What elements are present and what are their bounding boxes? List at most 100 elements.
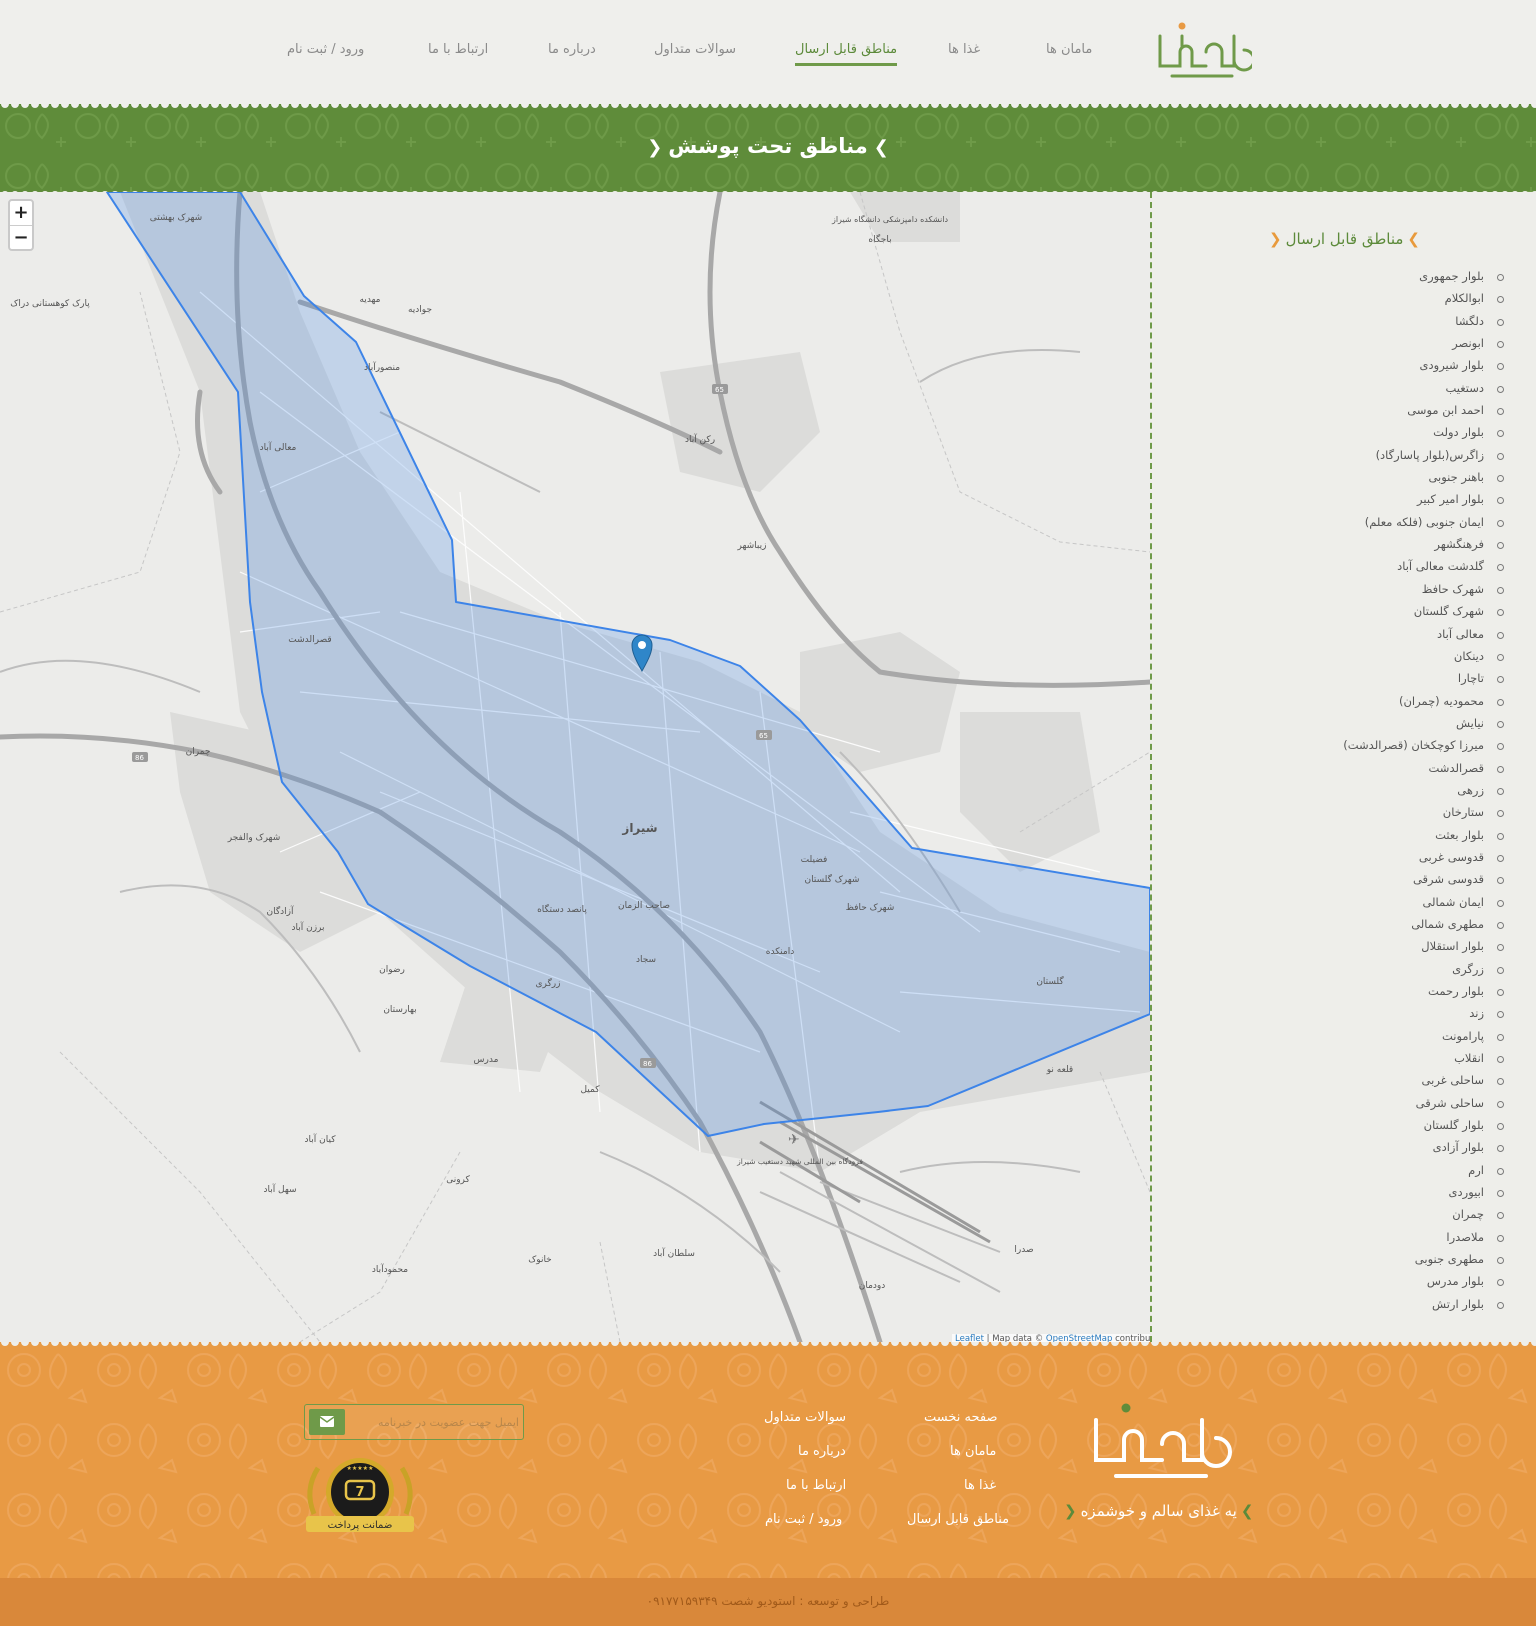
svg-text:86: 86 <box>135 754 144 762</box>
quote-right-icon: ❮ <box>647 137 663 158</box>
area-list-item: احمد ابن موسی <box>1343 403 1504 425</box>
area-list-item: بلوار جمهوری <box>1343 269 1504 291</box>
svg-text:65: 65 <box>715 386 724 394</box>
label-kiyan: کیان آباد <box>305 1133 337 1145</box>
area-list-item: ستارخان <box>1343 805 1504 827</box>
area-list-item: بلوار امیر کبیر <box>1343 492 1504 514</box>
area-list-item: بلوار شیرودی <box>1343 358 1504 380</box>
area-list-item: زرهی <box>1343 783 1504 805</box>
label-park: پارک کوهستانی دراک <box>10 298 90 309</box>
nav-faq[interactable]: سوالات متداول <box>654 42 736 57</box>
area-list-item: زرگری <box>1343 962 1504 984</box>
area-list-item: فرهنگشهر <box>1343 537 1504 559</box>
label-sardasht: سهل آباد <box>263 1183 296 1195</box>
area-list-item: ابونصر <box>1343 336 1504 358</box>
site-header: مامان ها غذا ها مناطق قابل ارسال سوالات … <box>0 0 1536 104</box>
area-list-item: میرزا کوچکخان (قصرالدشت) <box>1343 738 1504 760</box>
area-list-item: ایمان شمالی <box>1343 895 1504 917</box>
nav-delivery-areas[interactable]: مناطق قابل ارسال <box>795 42 898 66</box>
area-list-item: بلوار بعثت <box>1343 828 1504 850</box>
badge-logo-icon: 7 <box>355 1485 364 1500</box>
delivery-areas-sidebar: ❯مناطق قابل ارسال❮ بلوار جمهوری ابوالکلام… <box>1150 192 1536 1342</box>
badge-label: ضمانت پرداخت <box>328 1520 393 1531</box>
label-sahrak-parvaz: شهرک حافظ <box>846 902 895 913</box>
footer-link-contact[interactable]: ارتباط با ما <box>786 1478 846 1493</box>
area-list-item: ساحلی شرقی <box>1343 1096 1504 1118</box>
nav-contact[interactable]: ارتباط با ما <box>428 42 488 57</box>
area-list-item: بلوار استقلال <box>1343 939 1504 961</box>
site-footer: ❯یه غذای سالم و خوشمزه❮ صفحه نخست مامان … <box>0 1342 1536 1578</box>
nav-mamans[interactable]: مامان ها <box>1046 42 1092 57</box>
footer-link-delivery-areas[interactable]: مناطق قابل ارسال <box>907 1512 1009 1527</box>
area-list-item: بلوار ارتش <box>1343 1297 1504 1319</box>
footer-brand-logo[interactable] <box>1088 1400 1234 1486</box>
area-list-item: گلدشت معالی آباد <box>1343 559 1504 581</box>
label-rezvan: رضوان <box>379 965 405 975</box>
label-kamil: کمیل <box>580 1085 600 1095</box>
label-roknabad: رکن آباد <box>685 433 715 445</box>
footer-link-about[interactable]: درباره ما <box>798 1444 846 1459</box>
zoom-out-button[interactable]: − <box>10 225 32 249</box>
area-list-item: ایمان جنوبی (فلکه معلم) <box>1343 515 1504 537</box>
label-sajad: سجاد <box>636 955 656 965</box>
footer-link-login[interactable]: ورود / ثبت نام <box>765 1512 842 1527</box>
label-mahdieh: مهدیه <box>359 295 380 305</box>
area-list-item: مطهری جنوبی <box>1343 1252 1504 1274</box>
label-khanuk: خانوک <box>528 1254 552 1265</box>
newsletter-submit-button[interactable] <box>309 1409 345 1435</box>
quote-left-icon: ❯ <box>1407 230 1420 248</box>
quote-right-icon: ❮ <box>1269 230 1282 248</box>
newsletter-email-input[interactable] <box>349 1407 519 1437</box>
area-list-item: ابوالکلام <box>1343 291 1504 313</box>
label-zibashahr: زیباشهر <box>737 541 767 551</box>
coverage-map[interactable]: ✈ 65 65 86 86 شیراز فرودگاه بین المللی ش… <box>0 192 1150 1342</box>
footer-link-home[interactable]: صفحه نخست <box>924 1410 997 1425</box>
area-list-item: معالی آباد <box>1343 627 1504 649</box>
area-list-item: مطهری شمالی <box>1343 917 1504 939</box>
quote-left-icon: ❯ <box>1240 1502 1254 1520</box>
nav-about[interactable]: درباره ما <box>548 42 596 57</box>
area-list-item: قصرالدشت <box>1343 761 1504 783</box>
label-kovari: کرونی <box>446 1175 470 1185</box>
label-fazilat: فضیلت <box>801 855 828 865</box>
area-list-item: ساحلی غربی <box>1343 1073 1504 1095</box>
area-list-item: ارم <box>1343 1163 1504 1185</box>
label-mansurabad: منصورآباد <box>364 361 400 373</box>
label-shiraz: شیراز <box>621 821 657 835</box>
footer-link-foods[interactable]: غذا ها <box>964 1478 996 1493</box>
banner-title: ❯مناطق تحت پوشش❮ <box>0 134 1536 158</box>
label-chamran: چمران <box>186 747 211 757</box>
area-list-item: ابیوردی <box>1343 1185 1504 1207</box>
area-list: بلوار جمهوری ابوالکلام دلگشا ابونصر بلوار شی… <box>1343 269 1504 1319</box>
sidebar-title-text: مناطق قابل ارسال <box>1285 230 1404 248</box>
sidebar-title: ❯مناطق قابل ارسال❮ <box>1265 230 1424 248</box>
label-farhangian: برزن آباد <box>291 921 324 933</box>
label-shahrak-behesht: شهرک بهشتی <box>150 212 202 223</box>
label-qasr: قصرالدشت <box>288 635 331 645</box>
area-list-item: قدوسی شرقی <box>1343 872 1504 894</box>
nav-login[interactable]: ورود / ثبت نام <box>287 42 364 57</box>
area-list-item: دستغیب <box>1343 381 1504 403</box>
label-golestan2: گلستان <box>1036 975 1064 987</box>
footer-link-faq[interactable]: سوالات متداول <box>764 1410 846 1425</box>
nav-foods[interactable]: غذا ها <box>948 42 980 57</box>
label-sultan: سلطان آباد <box>653 1247 695 1259</box>
svg-text:65: 65 <box>759 732 768 740</box>
label-maali: معالی آباد <box>260 441 297 453</box>
label-javadiyeh: جوادیه <box>408 305 432 315</box>
label-airport: فرودگاه بین المللی شهید دستغیب شیراز <box>736 1157 863 1166</box>
area-list-item: قدوسی غربی <box>1343 850 1504 872</box>
main-nav: مامان ها غذا ها مناطق قابل ارسال سوالات … <box>0 42 1536 72</box>
zoom-in-button[interactable]: + <box>10 201 32 225</box>
enamad-trust-badge[interactable]: ★★★★★ 7 ضمانت پرداخت <box>300 1454 420 1540</box>
label-ghaleno: قلعه نو <box>1046 1065 1073 1075</box>
footer-slogan-text: یه غذای سالم و خوشمزه <box>1080 1502 1237 1520</box>
map-canvas[interactable]: ✈ 65 65 86 86 شیراز فرودگاه بین المللی ش… <box>0 192 1150 1342</box>
footer-link-mamans[interactable]: مامان ها <box>950 1444 996 1459</box>
area-list-item: دینکان <box>1343 649 1504 671</box>
area-list-item: باهنر جنوبی <box>1343 470 1504 492</box>
badge-stars-icon: ★★★★★ <box>347 1465 374 1472</box>
area-list-item: دلگشا <box>1343 314 1504 336</box>
area-list-item: بلوار مدرس <box>1343 1274 1504 1296</box>
area-list-item: پارامونت <box>1343 1029 1504 1051</box>
